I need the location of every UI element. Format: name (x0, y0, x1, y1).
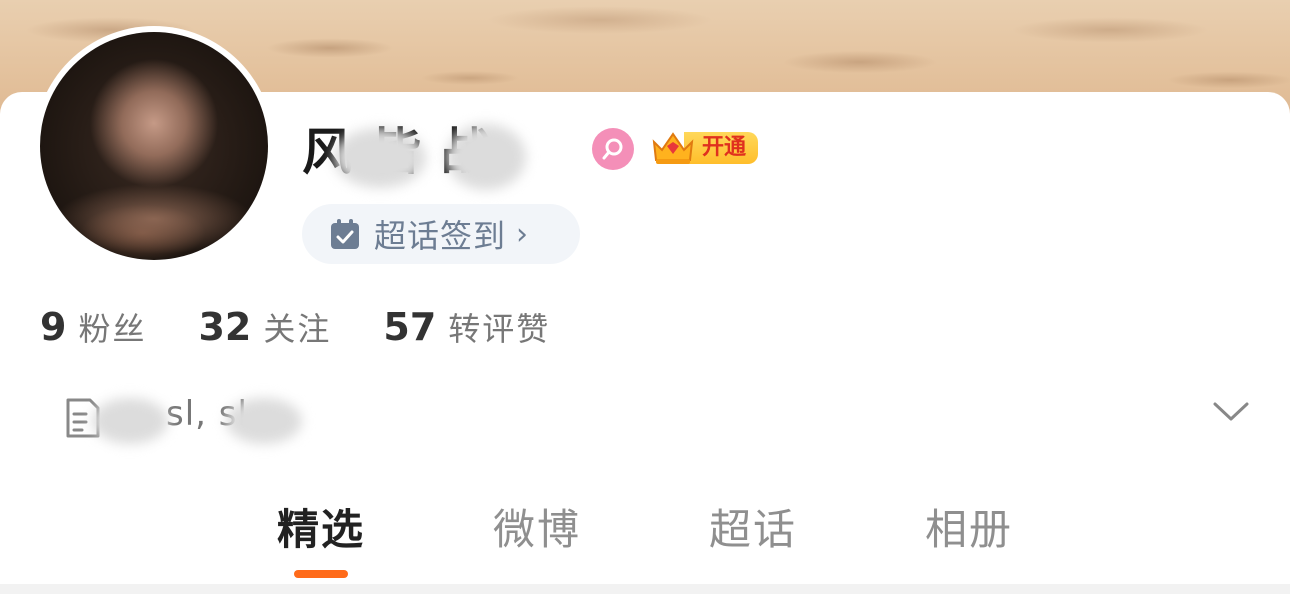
stat-interactions[interactable]: 57 转评赞 (383, 304, 550, 350)
avatar[interactable] (34, 26, 274, 266)
stat-label: 粉丝 (78, 310, 147, 348)
tab-featured[interactable]: 精选 (256, 496, 386, 557)
tab-album[interactable]: 相册 (904, 496, 1034, 557)
profile-stats: 9 粉丝 32 关注 57 转评赞 (40, 304, 602, 354)
divider (0, 584, 1290, 594)
chevron-right-icon: › (516, 216, 529, 252)
super-topic-checkin-button[interactable]: 超话签到 › (302, 204, 580, 264)
profile-tabs: 精选 微博 超话 相册 (0, 490, 1290, 590)
female-icon (592, 128, 634, 170)
chevron-down-icon[interactable] (1212, 400, 1250, 424)
calendar-check-icon (331, 219, 359, 249)
redaction-blur (446, 124, 526, 190)
stat-value: 9 (40, 305, 67, 349)
stat-value: 32 (198, 305, 252, 349)
stat-followers[interactable]: 9 粉丝 (40, 304, 146, 350)
stat-label: 关注 (263, 310, 332, 348)
redaction-blur (226, 398, 302, 444)
redaction-blur (92, 398, 168, 444)
redaction-blur (334, 128, 426, 188)
active-tab-indicator (294, 570, 348, 578)
crown-icon (652, 132, 694, 164)
avatar-image (40, 32, 268, 260)
tab-super-topic[interactable]: 超话 (688, 496, 818, 557)
stat-following[interactable]: 32 关注 (198, 304, 331, 350)
stat-value: 57 (383, 305, 437, 349)
tab-weibo[interactable]: 微博 (472, 496, 602, 557)
stat-label: 转评赞 (448, 310, 551, 348)
vip-open-button[interactable]: 开通 (650, 128, 759, 168)
profile-page: 风 皆 战 开通 超话签到 › 9 粉丝 3 (0, 0, 1290, 594)
checkin-label: 超话签到 (374, 217, 507, 255)
